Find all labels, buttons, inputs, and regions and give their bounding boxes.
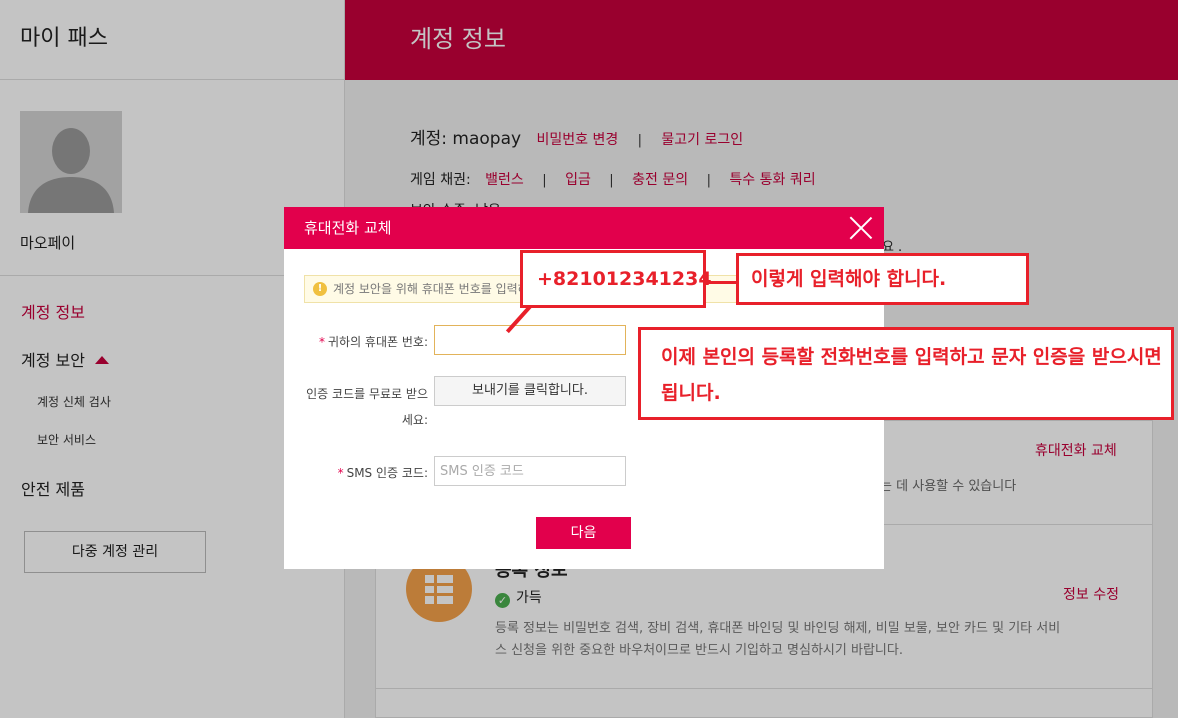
- annotation-phone-example: +821012341234: [520, 250, 712, 308]
- phone-label: * 귀하의 휴대폰 번호:: [304, 333, 428, 350]
- required-mark: *: [337, 466, 344, 480]
- sms-label: * SMS 인증 코드:: [304, 464, 428, 481]
- phone-label-text: 귀하의 휴대폰 번호:: [328, 335, 428, 349]
- dialog-title: 휴대전화 교체: [304, 219, 392, 237]
- info-icon: !: [313, 282, 327, 296]
- notice-text: 계정 보안을 위해 휴대폰 번호를 입력하세요: [333, 282, 551, 296]
- send-code-button[interactable]: 보내기를 클릭합니다.: [434, 376, 626, 406]
- sms-code-input[interactable]: [434, 456, 626, 486]
- next-button[interactable]: 다음: [536, 517, 631, 549]
- required-mark: *: [319, 335, 325, 349]
- phone-input[interactable]: [434, 325, 626, 355]
- annotation-enter-like-this: 이렇게 입력해야 합니다.: [736, 253, 1029, 305]
- close-icon[interactable]: [846, 213, 876, 243]
- code-label: 인증 코드를 무료로 받으세요:: [306, 387, 428, 427]
- annotation-instruction: 이제 본인의 등록할 전화번호를 입력하고 문자 인증을 받으시면 됩니다.: [638, 327, 1174, 420]
- dialog-header: 휴대전화 교체: [284, 207, 884, 249]
- sms-label-text: SMS 인증 코드:: [346, 466, 428, 480]
